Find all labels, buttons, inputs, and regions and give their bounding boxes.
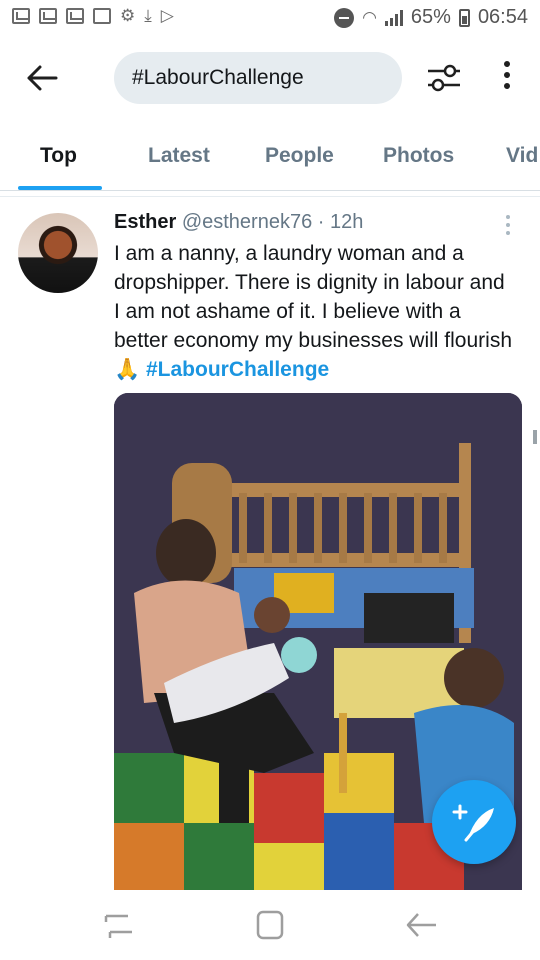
active-tab-indicator: [18, 186, 102, 190]
notification-icons: ⚙ ⤓ ▷: [12, 7, 174, 25]
search-input[interactable]: #LabourChallenge: [114, 52, 402, 104]
system-navigation-bar: [0, 890, 540, 960]
tab-photos[interactable]: Photos: [383, 144, 454, 168]
back-arrow-icon[interactable]: [26, 64, 58, 92]
play-store-icon: ▷: [160, 6, 174, 25]
author-handle[interactable]: @esthernek76: [182, 211, 312, 233]
home-icon[interactable]: [252, 908, 288, 942]
tweet-body-text: I am a nanny, a laundry woman and a drop…: [114, 242, 512, 352]
tab-people[interactable]: People: [265, 144, 334, 168]
mail-icon: [12, 8, 30, 24]
tweet-header: Esther @esthernek76 · 12h: [114, 211, 363, 234]
back-icon[interactable]: [404, 908, 440, 942]
do-not-disturb-icon: [334, 7, 355, 28]
scrollbar[interactable]: [533, 430, 537, 444]
mail-icon: [39, 8, 57, 24]
settings-icon: ⚙: [120, 6, 136, 25]
tab-videos[interactable]: Vid: [506, 144, 538, 168]
filter-settings-icon[interactable]: [426, 61, 462, 95]
battery-icon: [458, 8, 470, 27]
search-query: #LabourChallenge: [132, 66, 304, 89]
download-icon: ⤓: [144, 6, 152, 25]
battery-percent: 65%: [410, 6, 451, 28]
author-name[interactable]: Esther: [114, 211, 176, 233]
tab-top[interactable]: Top: [40, 144, 77, 168]
image-icon: [93, 8, 111, 24]
compose-tweet-button[interactable]: [432, 780, 516, 864]
status-bar: ⚙ ⤓ ▷ ◠ 65% 06:54: [0, 0, 540, 36]
pray-emoji: 🙏: [114, 358, 141, 381]
tab-latest[interactable]: Latest: [148, 144, 210, 168]
recent-apps-icon[interactable]: [100, 908, 136, 942]
hashtag-link[interactable]: #LabourChallenge: [146, 358, 329, 381]
compose-feather-icon: [452, 804, 494, 842]
tweet-text: I am a nanny, a laundry woman and a drop…: [114, 239, 516, 384]
app-bar: #LabourChallenge: [0, 36, 540, 120]
clock: 06:54: [477, 6, 528, 28]
overflow-menu-icon[interactable]: [500, 61, 514, 95]
tweet-menu-icon[interactable]: [505, 215, 511, 239]
signal-icon: [384, 9, 403, 26]
search-tabs: Top Latest People Photos Vid: [0, 128, 540, 191]
avatar[interactable]: [18, 213, 98, 293]
separator: ·: [317, 211, 325, 233]
wifi-icon: ◠: [362, 7, 377, 27]
tweet-time: 12h: [330, 211, 364, 233]
mail-icon: [66, 8, 84, 24]
